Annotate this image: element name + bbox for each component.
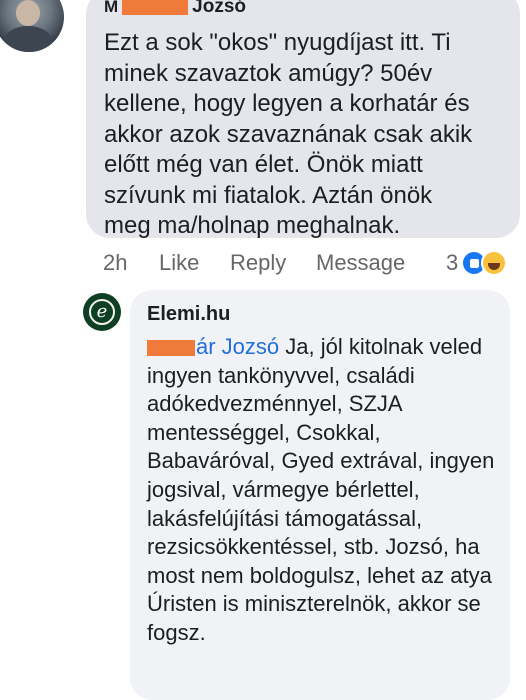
comment-text: Ezt a sok "okos" nyugdíjast itt. Ti mine…	[104, 29, 473, 239]
avatar-page[interactable]: e	[83, 293, 121, 331]
reaction-count[interactable]: 3	[446, 250, 458, 276]
reaction-summary[interactable]	[461, 248, 521, 278]
redaction-mark	[147, 340, 195, 357]
mention-link[interactable]: ár Jozsó	[147, 334, 279, 359]
reply-body: Ja, jól kitolnak veled ingyen tankönyvve…	[147, 334, 495, 645]
like-button[interactable]: Like	[159, 250, 199, 276]
haha-icon	[481, 250, 507, 276]
mention-name: ár Jozsó	[196, 334, 280, 359]
comment-author[interactable]: M Jozsó	[104, 0, 246, 18]
reply-button[interactable]: Reply	[230, 250, 286, 276]
author-name: Jozsó	[192, 0, 247, 17]
reply-author[interactable]: Elemi.hu	[147, 303, 230, 326]
comment-timestamp[interactable]: 2h	[103, 250, 127, 276]
elemi-logo-icon: e	[89, 299, 115, 325]
message-button[interactable]: Message	[316, 250, 405, 276]
author-initial: M	[104, 0, 119, 16]
avatar-head	[16, 0, 40, 26]
avatar-body	[4, 26, 52, 52]
reply-text: ár Jozsó Ja, jól kitolnak veled ingyen t…	[147, 333, 497, 648]
redaction-mark	[122, 0, 189, 15]
avatar-commenter[interactable]	[0, 0, 64, 52]
